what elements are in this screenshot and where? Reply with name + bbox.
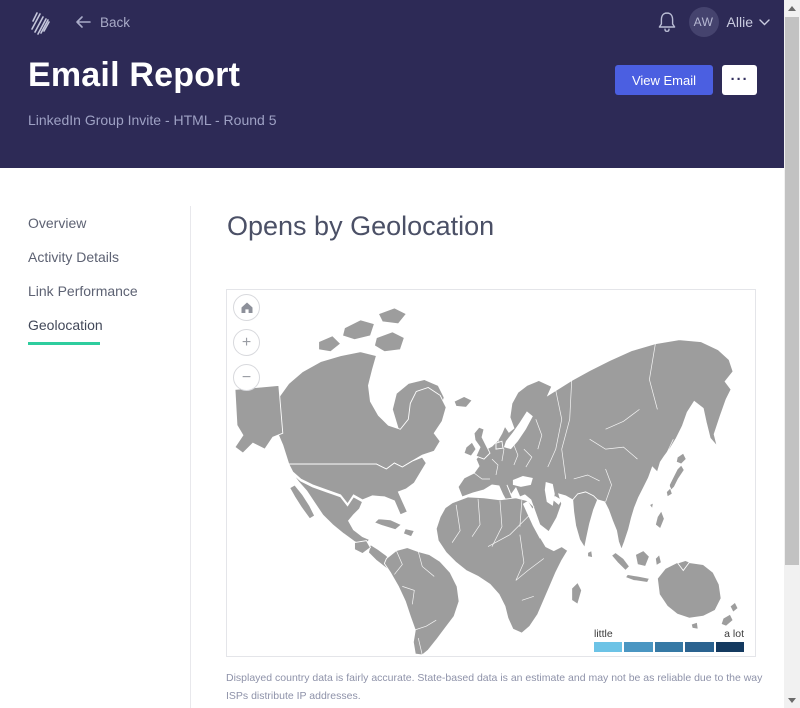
country-ireland[interactable] [464, 442, 476, 456]
scrollbar-thumb[interactable] [785, 17, 799, 565]
island-taiwan[interactable] [649, 503, 653, 509]
more-options-button[interactable]: ··· [722, 65, 757, 95]
notifications-bell-icon[interactable] [657, 11, 677, 33]
country-canada-arctic-island[interactable] [374, 332, 404, 352]
legend-swatch [594, 642, 622, 652]
legend-swatch [655, 642, 683, 652]
view-email-button[interactable]: View Email [615, 65, 713, 95]
country-guatemala[interactable] [355, 541, 371, 554]
back-label: Back [100, 15, 130, 30]
top-bar: Back AW Allie [0, 0, 784, 44]
page-title: Email Report [28, 56, 240, 95]
map-zoom-in-button[interactable]: + [233, 329, 260, 356]
sidebar-item-label: Link Performance [28, 283, 138, 299]
country-india[interactable] [573, 492, 598, 548]
sidebar-item-label: Geolocation [28, 317, 103, 333]
report-nav: Overview Activity Details Link Performan… [28, 215, 178, 362]
map-zoom-out-button[interactable]: − [233, 364, 260, 391]
country-japan-hokkaido[interactable] [676, 453, 686, 464]
geolocation-map-card: + − little a lot [226, 289, 756, 657]
sidebar-item-label: Activity Details [28, 249, 119, 265]
user-name: Allie [727, 14, 753, 30]
header: Back AW Allie Email Report View Email ··… [0, 0, 784, 168]
scrollbar-down-button[interactable] [784, 692, 800, 708]
sidebar-item-geolocation[interactable]: Geolocation [28, 317, 178, 345]
map-legend: little a lot [594, 628, 744, 652]
country-canada[interactable] [273, 352, 446, 469]
world-map[interactable] [227, 290, 755, 656]
country-new-zealand-north[interactable] [730, 602, 738, 612]
country-iceland[interactable] [454, 396, 472, 407]
legend-low-label: little [594, 628, 613, 640]
sidebar-item-overview[interactable]: Overview [28, 215, 178, 232]
country-canada-arctic-island[interactable] [343, 320, 375, 340]
legend-color-scale [594, 642, 744, 652]
app-logo-icon[interactable] [28, 8, 56, 36]
country-new-zealand-south[interactable] [721, 614, 733, 626]
island-java[interactable] [625, 574, 649, 582]
scrollbar-up-button[interactable] [784, 0, 800, 16]
country-madagascar[interactable] [572, 582, 582, 604]
legend-swatch [685, 642, 713, 652]
plus-icon: + [242, 335, 251, 351]
back-button[interactable]: Back [74, 15, 130, 30]
back-arrow-icon [74, 15, 92, 29]
minus-icon: − [242, 370, 251, 386]
island-sulawesi[interactable] [655, 555, 661, 566]
sidebar-item-activity-details[interactable]: Activity Details [28, 249, 178, 266]
country-canada-arctic-island[interactable] [378, 308, 406, 324]
island-sumatra[interactable] [612, 553, 630, 571]
sidebar-item-link-performance[interactable]: Link Performance [28, 283, 178, 300]
title-row: Email Report View Email ··· [28, 56, 757, 95]
page-subtitle: LinkedIn Group Invite - HTML - Round 5 [28, 112, 277, 128]
active-tab-underline [28, 342, 100, 345]
island-borneo[interactable] [635, 551, 649, 567]
user-avatar[interactable]: AW [689, 7, 719, 37]
email-report-page: Back AW Allie Email Report View Email ··… [0, 0, 800, 708]
country-hispaniola[interactable] [403, 529, 414, 537]
island-sri-lanka[interactable] [588, 551, 593, 558]
chevron-down-icon [759, 19, 770, 26]
section-heading: Opens by Geolocation [227, 211, 494, 242]
map-home-button[interactable] [233, 294, 260, 321]
country-philippines[interactable] [655, 511, 664, 529]
country-canada-arctic-island[interactable] [319, 336, 341, 352]
country-united-kingdom[interactable] [474, 427, 490, 459]
page-scrollbar[interactable] [784, 0, 800, 708]
home-icon [240, 301, 254, 314]
map-controls: + − [233, 294, 260, 391]
legend-swatch [716, 642, 744, 652]
country-japan-honshu[interactable] [669, 465, 684, 491]
sidebar-item-label: Overview [28, 215, 86, 231]
legend-high-label: a lot [724, 628, 744, 640]
sidebar-divider [190, 206, 191, 708]
legend-swatch [624, 642, 652, 652]
map-footnote: Displayed country data is fairly accurat… [226, 669, 778, 706]
country-netherlands[interactable] [496, 441, 503, 449]
country-usa-alaska[interactable] [235, 385, 283, 453]
user-menu[interactable]: Allie [727, 14, 770, 30]
country-cuba[interactable] [374, 519, 401, 530]
country-australia[interactable] [657, 563, 721, 619]
